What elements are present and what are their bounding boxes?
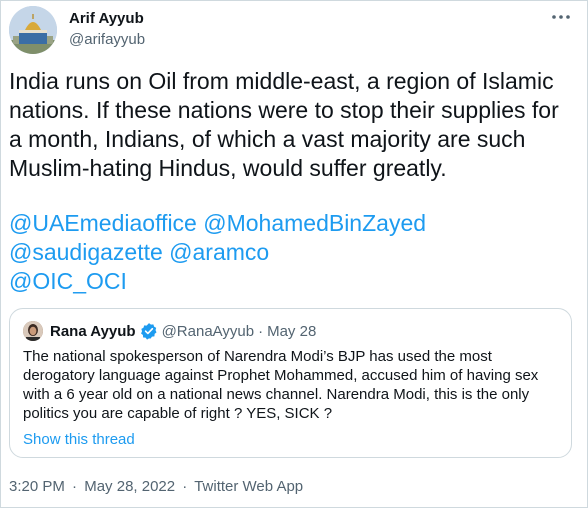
more-horizontal-icon[interactable] [549,7,573,27]
meta-separator: · [182,478,188,495]
author-handle[interactable]: @arifayyub [69,31,145,48]
mention-link[interactable]: @OIC_OCI [9,268,127,294]
quoted-author-avatar[interactable] [23,321,43,341]
quoted-tweet[interactable]: Rana Ayyub @RanaAyyub · May 28 The natio… [9,308,572,458]
tweet-time[interactable]: 3:20 PM [9,478,65,495]
quoted-date[interactable]: May 28 [267,323,316,340]
tweet-date[interactable]: May 28, 2022 [84,478,175,495]
tweet-text: India runs on Oil from middle-east, a re… [9,68,559,181]
mention-link[interactable]: @UAEmediaoffice [9,210,197,236]
author-display-name[interactable]: Arif Ayyub [69,10,144,27]
tweet-source[interactable]: Twitter Web App [194,478,303,495]
mention-link[interactable]: @MohamedBinZayed [203,210,426,236]
meta-separator: · [72,478,78,495]
meta-separator: · [258,322,264,340]
mention-link[interactable]: @saudigazette [9,239,163,265]
mention-link[interactable]: @aramco [169,239,269,265]
tweet-mentions: @UAEmediaoffice @MohamedBinZayed @saudig… [9,209,569,296]
tweet-card: Arif Ayyub @arifayyub India runs on Oil … [0,0,588,508]
quoted-header: Rana Ayyub @RanaAyyub · May 28 [50,322,316,340]
show-thread-link[interactable]: Show this thread [23,431,135,448]
author-avatar[interactable] [9,6,57,54]
verified-badge-icon [140,323,157,340]
tweet-timestamp: 3:20 PM · May 28, 2022 · Twitter Web App [9,478,303,495]
quoted-text: The national spokesperson of Narendra Mo… [23,348,539,422]
quoted-handle[interactable]: @RanaAyyub [162,323,255,340]
quoted-display-name[interactable]: Rana Ayyub [50,323,136,340]
person-photo-image [23,321,43,341]
dome-of-the-rock-image [9,6,57,54]
